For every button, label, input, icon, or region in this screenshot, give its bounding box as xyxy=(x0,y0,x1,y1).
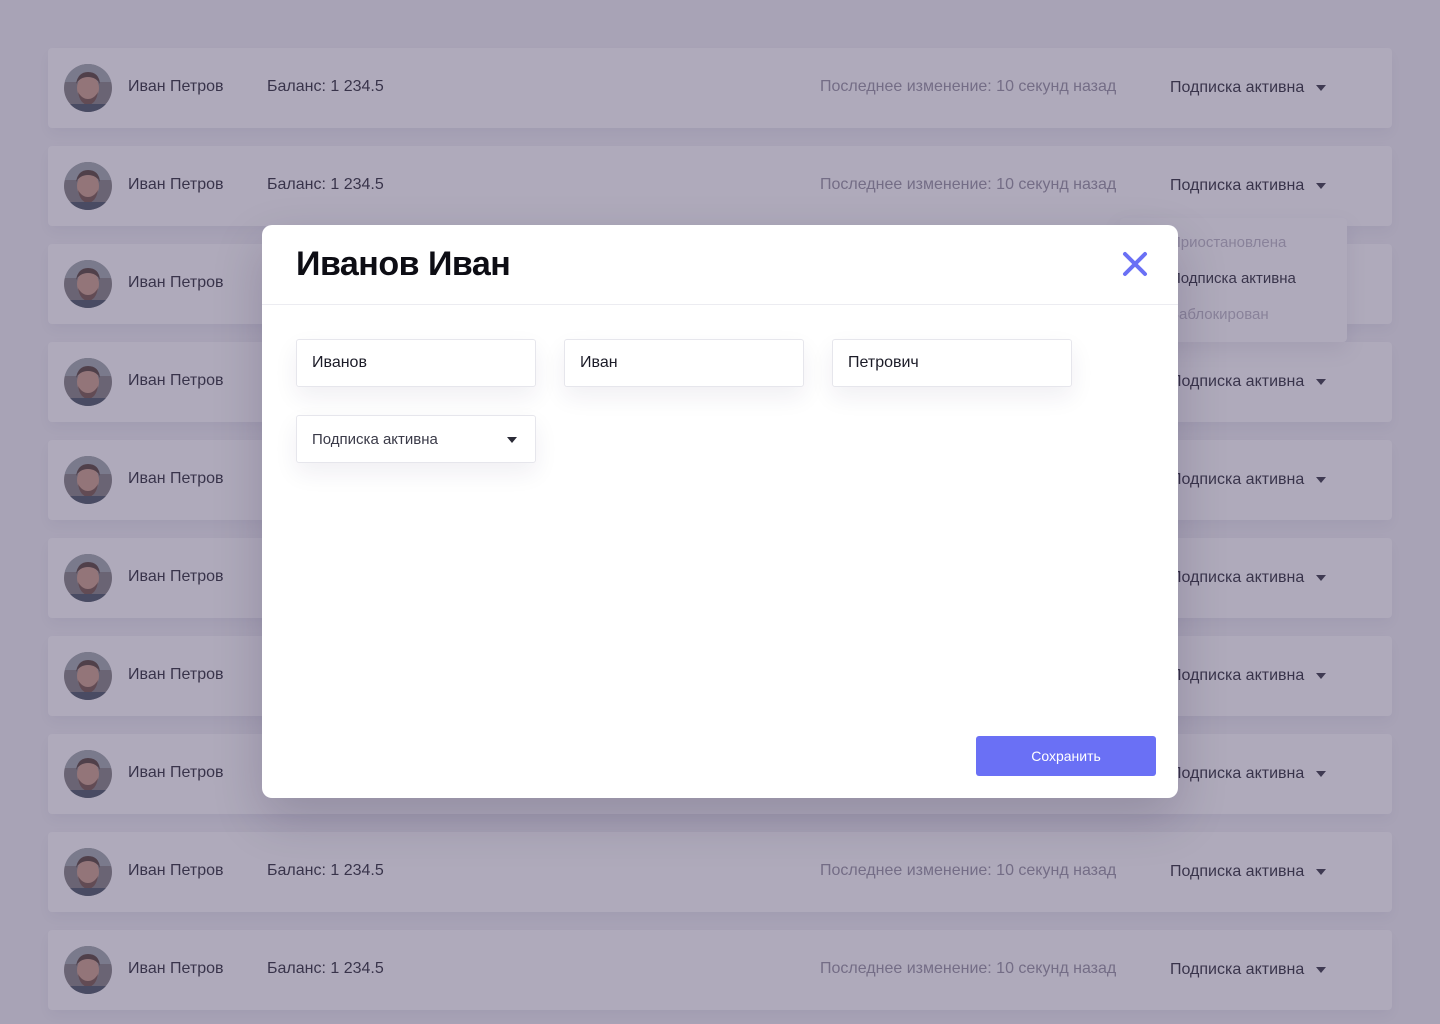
close-icon xyxy=(1123,252,1147,276)
close-button[interactable] xyxy=(1118,247,1152,281)
edit-user-modal: Иванов Иван Подписка активна Сохранить xyxy=(262,225,1178,798)
last-name-input[interactable] xyxy=(297,340,535,386)
patronymic-input[interactable] xyxy=(833,340,1071,386)
save-button[interactable]: Сохранить xyxy=(976,736,1156,776)
chevron-down-icon xyxy=(507,437,517,443)
last-name-field xyxy=(296,339,536,387)
status-select-value: Подписка активна xyxy=(312,431,438,448)
modal-title: Иванов Иван xyxy=(296,245,511,283)
modal-header: Иванов Иван xyxy=(262,225,1178,305)
status-select[interactable]: Подписка активна xyxy=(296,415,536,463)
patronymic-field xyxy=(832,339,1072,387)
first-name-input[interactable] xyxy=(565,340,803,386)
first-name-field xyxy=(564,339,804,387)
